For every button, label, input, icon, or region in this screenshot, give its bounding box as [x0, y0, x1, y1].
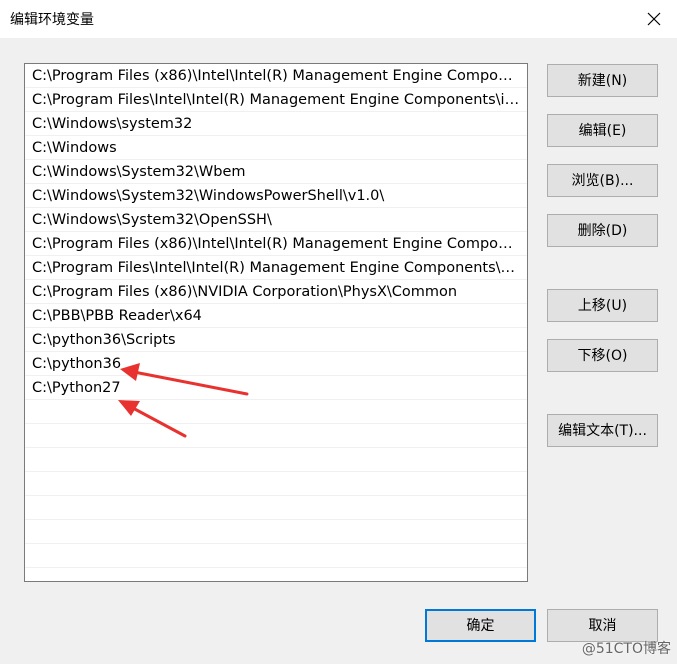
title-bar: 编辑环境变量	[0, 0, 677, 38]
list-item[interactable]: C:\Program Files (x86)\NVIDIA Corporatio…	[25, 280, 527, 304]
list-item[interactable]: C:\Python27	[25, 376, 527, 400]
path-list[interactable]: C:\Program Files (x86)\Intel\Intel(R) Ma…	[24, 63, 528, 582]
move-up-button[interactable]: 上移(U)	[547, 289, 658, 322]
list-item[interactable]	[25, 520, 527, 544]
close-icon	[647, 12, 661, 26]
list-item[interactable]: C:\Program Files\Intel\Intel(R) Manageme…	[25, 256, 527, 280]
browse-button[interactable]: 浏览(B)...	[547, 164, 658, 197]
close-button[interactable]	[631, 0, 677, 38]
window-title: 编辑环境变量	[10, 12, 94, 28]
edit-button[interactable]: 编辑(E)	[547, 114, 658, 147]
list-item[interactable]: C:\Windows	[25, 136, 527, 160]
delete-button[interactable]: 删除(D)	[547, 214, 658, 247]
list-item[interactable]	[25, 544, 527, 568]
list-item[interactable]: C:\Program Files (x86)\Intel\Intel(R) Ma…	[25, 64, 527, 88]
list-item[interactable]: C:\Program Files\Intel\Intel(R) Manageme…	[25, 88, 527, 112]
list-item[interactable]: C:\python36	[25, 352, 527, 376]
list-item[interactable]: C:\Program Files (x86)\Intel\Intel(R) Ma…	[25, 232, 527, 256]
move-down-button[interactable]: 下移(O)	[547, 339, 658, 372]
list-item[interactable]	[25, 448, 527, 472]
watermark: @51CTO博客	[581, 641, 671, 657]
list-item[interactable]	[25, 472, 527, 496]
list-item[interactable]	[25, 400, 527, 424]
list-item[interactable]: C:\PBB\PBB Reader\x64	[25, 304, 527, 328]
list-item[interactable]	[25, 424, 527, 448]
new-button[interactable]: 新建(N)	[547, 64, 658, 97]
list-item[interactable]: C:\Windows\System32\WindowsPowerShell\v1…	[25, 184, 527, 208]
ok-button[interactable]: 确定	[425, 609, 536, 642]
list-item[interactable]	[25, 496, 527, 520]
list-item[interactable]: C:\Windows\System32\OpenSSH\	[25, 208, 527, 232]
list-item[interactable]: C:\python36\Scripts	[25, 328, 527, 352]
list-item[interactable]: C:\Windows\system32	[25, 112, 527, 136]
list-item[interactable]: C:\Windows\System32\Wbem	[25, 160, 527, 184]
edit-text-button[interactable]: 编辑文本(T)...	[547, 414, 658, 447]
